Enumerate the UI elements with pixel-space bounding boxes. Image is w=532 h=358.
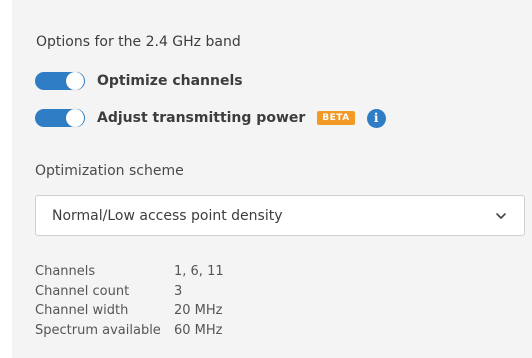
band-options-panel: Options for the 2.4 GHz band Optimize ch…: [12, 0, 532, 358]
detail-value: 60 MHz: [174, 322, 223, 338]
detail-row: Channel width 20 MHz: [35, 301, 224, 321]
detail-key: Channel width: [35, 303, 129, 318]
detail-value: 1, 6, 11: [174, 264, 224, 279]
section-title: Options for the 2.4 GHz band: [36, 34, 241, 50]
beta-badge: BETA: [317, 111, 355, 125]
adjust-power-row: Adjust transmitting power BETA i: [35, 108, 386, 128]
detail-key: Spectrum available: [35, 322, 161, 338]
info-icon[interactable]: i: [366, 108, 386, 128]
optimize-channels-row: Optimize channels: [35, 71, 243, 91]
chevron-down-icon: [496, 212, 506, 219]
detail-value: 20 MHz: [174, 303, 223, 318]
channel-details: Channels 1, 6, 11 Channel count 3 Channe…: [35, 262, 224, 340]
detail-key: Channels: [35, 264, 96, 279]
optimize-channels-toggle[interactable]: [35, 72, 85, 90]
detail-row: Channels 1, 6, 11: [35, 262, 224, 282]
selected-scheme: Normal/Low access point density: [52, 207, 283, 224]
detail-row: Spectrum available 60 MHz: [35, 321, 224, 341]
optimization-scheme-select[interactable]: Normal/Low access point density: [35, 195, 525, 236]
optimize-channels-label: Optimize channels: [97, 73, 243, 89]
toggle-knob: [66, 72, 84, 90]
adjust-power-label: Adjust transmitting power: [97, 110, 306, 126]
adjust-power-toggle[interactable]: [35, 109, 85, 127]
detail-key: Channel count: [35, 283, 130, 299]
optimization-scheme-label: Optimization scheme: [35, 163, 184, 179]
toggle-knob: [66, 109, 84, 127]
detail-value: 3: [174, 283, 183, 299]
detail-row: Channel count 3: [35, 282, 224, 302]
